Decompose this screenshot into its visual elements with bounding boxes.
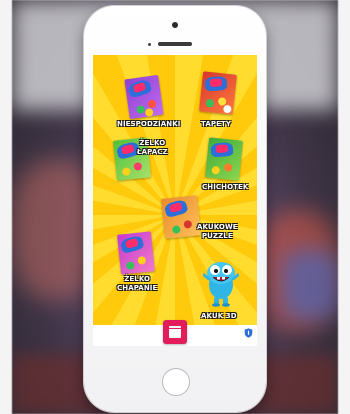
home-button[interactable] (162, 368, 190, 396)
speaker-grille (158, 42, 192, 46)
menu-item-label: AKUK 3D (201, 312, 237, 320)
menu-item-label: AKUKOWE PUZZLE (197, 223, 238, 240)
menu-item-label: CHICHOTEK (202, 183, 249, 191)
menu-item-chichotek[interactable]: CHICHOTEK (199, 137, 249, 197)
product-pack-image (205, 137, 243, 181)
product-pack-image (124, 74, 164, 120)
sensor-icon (148, 43, 151, 46)
menu-item-label: ŻELKO CHAPANIE (117, 275, 158, 292)
menu-square-icon[interactable] (163, 320, 187, 344)
menu-item-label: NIESPODZIANKI (117, 120, 181, 128)
menu-item-tapety[interactable]: TAPETY (193, 69, 243, 131)
menu-item-zelko-chapanie[interactable]: ŻELKO CHAPANIE (115, 231, 175, 297)
menu-item-zelko-lapacz[interactable]: ŻELKO ŁAPACZ (111, 137, 171, 195)
app-screen: NIESPODZIANKI TAPETY ŻELKO ŁAPACZ CHICHO… (93, 55, 257, 346)
product-pack-image (117, 231, 155, 275)
product-pack-image (199, 71, 237, 115)
menu-item-niespodzianki[interactable]: NIESPODZIANKI (117, 73, 181, 129)
camera-icon (172, 22, 178, 28)
menu-item-label: TAPETY (201, 120, 232, 128)
menu-item-label: ŻELKO ŁAPACZ (137, 139, 168, 156)
menu-item-akuk-3d[interactable]: AKUK 3D (193, 250, 253, 322)
shield-icon[interactable] (244, 328, 253, 338)
akuk-monster-image (203, 262, 239, 307)
